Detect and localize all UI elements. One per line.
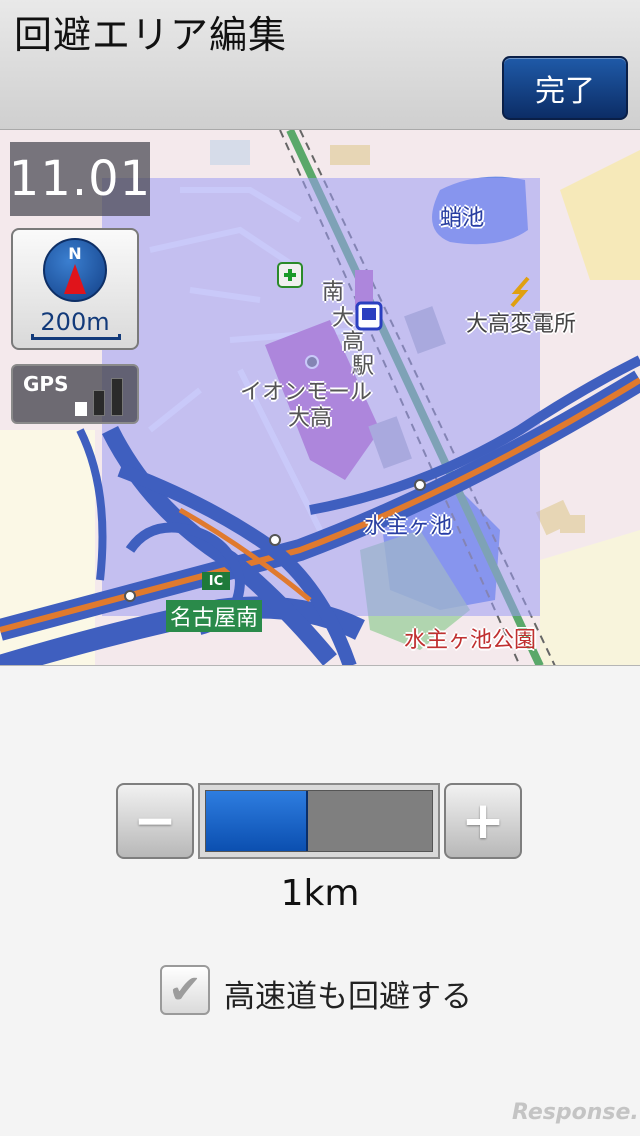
gps-signal-bar-2 <box>93 390 105 416</box>
avoid-expressway-checkbox[interactable]: ✔ <box>160 965 210 1015</box>
gps-signal-bar-3 <box>111 378 123 416</box>
slider-fill <box>206 791 308 851</box>
north-arrow-icon <box>64 264 86 294</box>
gps-signal-bar-1 <box>75 402 87 416</box>
distance-label: 1km <box>280 873 360 914</box>
compass-scale-button[interactable]: N 200m <box>11 228 139 350</box>
avoid-expressway-label[interactable]: 高速道も回避する <box>224 971 472 1016</box>
map-label-interchange: 名古屋南 <box>166 600 263 632</box>
done-button[interactable]: 完了 <box>502 56 628 120</box>
checkmark-icon: ✔ <box>168 967 202 1013</box>
gps-label: GPS <box>23 372 69 396</box>
page-title: 回避エリア編集 <box>14 13 288 57</box>
distance-slider[interactable] <box>198 783 440 859</box>
clock-display: 11.01 <box>9 142 150 216</box>
scale-label: 200m <box>40 308 110 336</box>
scale-bar <box>31 334 121 340</box>
ic-badge: IC <box>202 572 230 590</box>
area-settings-panel: − + 1km ✔ 高速道も回避する <box>0 667 640 1136</box>
map-view[interactable]: 11.01 N 200m GPS 蛸池 大高変電所 南 大 高 駅 イオンモール… <box>0 130 640 666</box>
compass-north-label: N <box>68 244 82 263</box>
increase-button[interactable]: + <box>444 783 522 859</box>
compass-icon: N <box>43 238 107 302</box>
map-label-pond: 蛸池 <box>440 206 485 231</box>
decrease-button[interactable]: − <box>116 783 194 859</box>
map-label-mall-2: 大高 <box>288 406 333 431</box>
map-label-park: 水主ヶ池公園 <box>404 628 537 653</box>
watermark-logo: Response. <box>512 1100 639 1125</box>
map-label-substation: 大高変電所 <box>466 312 577 337</box>
title-bar: 回避エリア編集 完了 <box>0 0 640 130</box>
slider-track <box>205 790 433 852</box>
gps-status: GPS <box>11 364 139 424</box>
map-label-water-pond: 水主ヶ池 <box>364 514 453 539</box>
